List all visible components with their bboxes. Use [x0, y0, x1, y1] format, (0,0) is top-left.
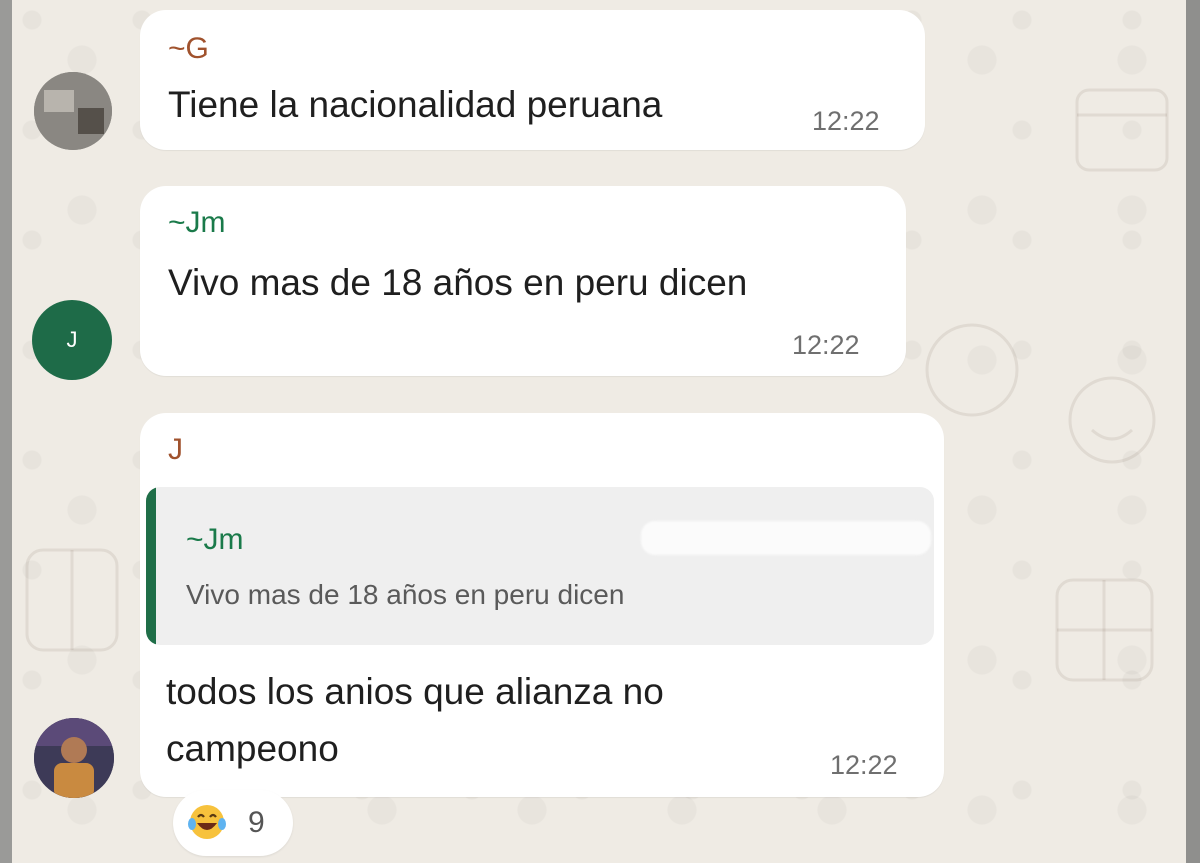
avatar-photo	[34, 72, 112, 150]
message-text: Tiene la nacionalidad peruana	[168, 84, 663, 125]
message-text-line: campeono	[166, 728, 339, 769]
message-sender[interactable]: ~Jm	[168, 206, 226, 240]
laughing-tears-emoji-icon	[188, 805, 226, 839]
quote-accent-bar	[146, 487, 156, 645]
quoted-message[interactable]: ~Jm Vivo mas de 18 años en peru dicen	[146, 487, 934, 645]
calculator-doodle-icon	[25, 548, 119, 652]
smiley-doodle-icon	[1068, 376, 1156, 464]
reaction-count: 9	[248, 806, 265, 839]
message-sender[interactable]: ~G	[168, 32, 209, 66]
message-text: Vivo mas de 18 años en peru dicen	[168, 262, 748, 303]
heart-eyes-doodle-icon	[925, 323, 1019, 417]
quoted-text: Vivo mas de 18 años en peru dicen	[186, 579, 625, 610]
message-sender[interactable]: J	[168, 433, 183, 467]
avatar-photo	[34, 718, 114, 798]
message-bubble[interactable]: ~G Tiene la nacionalidad peruana 12:22	[140, 10, 925, 150]
redaction-smudge	[641, 521, 931, 555]
avatar[interactable]	[34, 718, 114, 798]
quoted-sender: ~Jm	[186, 523, 244, 556]
screenshot-left-border	[0, 0, 12, 863]
avatar[interactable]: J	[32, 300, 112, 380]
avatar[interactable]	[34, 72, 112, 150]
redaction-smudge	[218, 441, 498, 469]
reaction-pill[interactable]: 9	[173, 790, 293, 856]
calendar-doodle-icon	[1075, 88, 1169, 172]
calculator-doodle-icon	[1055, 578, 1154, 682]
message-time: 12:22	[830, 750, 898, 780]
message-bubble[interactable]: ~Jm Vivo mas de 18 años en peru dicen 12…	[140, 186, 906, 376]
avatar-initial: J	[66, 327, 78, 352]
message-time: 12:22	[812, 106, 880, 136]
message-text-line: todos los anios que alianza no	[166, 671, 664, 712]
message-time: 12:22	[792, 330, 860, 360]
message-bubble[interactable]: J ~Jm Vivo mas de 18 años en peru dicen …	[140, 413, 944, 797]
